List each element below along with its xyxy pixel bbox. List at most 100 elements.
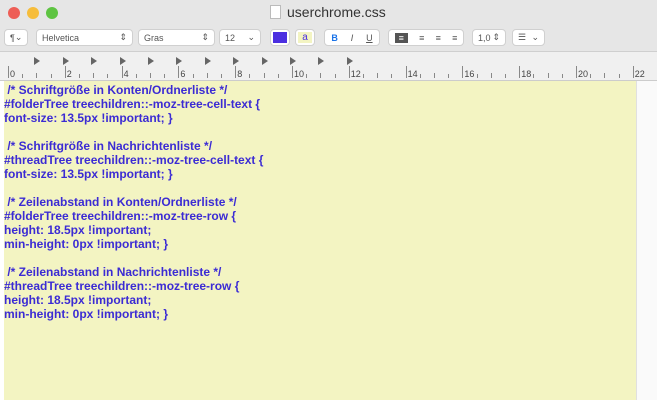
line-spacing-select[interactable]: 1,0 ⇕ xyxy=(472,29,506,46)
ruler-tick xyxy=(334,74,336,78)
list-style-menu[interactable]: ☰ ⌄ xyxy=(512,29,545,46)
ruler-tick xyxy=(277,74,279,78)
ruler-tick xyxy=(505,74,506,78)
text-style-group: B I U xyxy=(324,29,380,46)
tab-stop-marker[interactable] xyxy=(261,57,268,65)
ruler-label: 2 xyxy=(66,69,72,79)
tab-stop-marker[interactable] xyxy=(119,57,126,65)
zoom-button[interactable] xyxy=(46,7,58,19)
ruler-tick xyxy=(306,74,308,78)
code-line: min-height: 0px !important; } xyxy=(4,237,168,251)
stepper-icon: ⇕ xyxy=(201,32,209,42)
ruler-tick xyxy=(121,66,123,78)
document-icon xyxy=(270,5,281,19)
ruler-tick xyxy=(476,74,478,78)
ruler-tick xyxy=(107,74,109,78)
paragraph-style-menu[interactable]: ¶ ⌄ xyxy=(4,29,28,46)
ruler-tick xyxy=(632,66,634,78)
tab-stop-marker[interactable] xyxy=(233,57,240,65)
ruler-tick xyxy=(249,74,251,78)
ruler-tick xyxy=(519,66,521,78)
ruler-label: 20 xyxy=(578,69,589,79)
ruler-tick xyxy=(490,73,492,78)
ruler-label: 16 xyxy=(464,69,475,79)
code-line: /* Zeilenabstand in Nachrichtenliste */ xyxy=(4,265,222,279)
alignment-group: ≡ ≡ ≡ ≡ xyxy=(388,29,464,46)
ruler-tick xyxy=(221,74,222,78)
tab-stop-marker[interactable] xyxy=(91,57,98,65)
ruler-tick xyxy=(206,73,208,78)
ruler[interactable]: 0 2 4 6 8 10 12 14 16 18 20 22 xyxy=(0,52,657,81)
code-line: font-size: 13.5px !important; } xyxy=(4,111,173,125)
align-left-icon[interactable]: ≡ xyxy=(394,32,408,43)
ruler-tick xyxy=(36,73,38,78)
ruler-tick xyxy=(618,74,620,78)
italic-button[interactable]: I xyxy=(351,33,354,43)
code-line: /* Schriftgröße in Nachrichtenliste */ xyxy=(4,139,213,153)
tab-stop-marker[interactable] xyxy=(318,57,325,65)
ruler-tick xyxy=(391,74,393,78)
minimize-button[interactable] xyxy=(27,7,39,19)
ruler-label: 12 xyxy=(350,69,361,79)
ruler-tick xyxy=(79,74,80,78)
ruler-tick xyxy=(576,66,577,78)
text-editor[interactable]: /* Schriftgröße in Konten/Ordnerliste */… xyxy=(4,81,636,400)
ruler-tick xyxy=(93,73,95,78)
font-style-value: Gras xyxy=(144,32,164,43)
scrollbar[interactable] xyxy=(636,81,657,400)
underline-button[interactable]: U xyxy=(366,33,373,43)
ruler-tick xyxy=(434,73,435,78)
ruler-tick xyxy=(150,73,151,78)
tab-stop-marker[interactable] xyxy=(62,57,69,65)
code-line: #threadTree treechildren::-moz-tree-row … xyxy=(4,279,240,293)
font-family-value: Helvetica xyxy=(42,32,80,43)
ruler-tick xyxy=(561,74,563,78)
font-family-select[interactable]: Helvetica ⇕ xyxy=(36,29,133,46)
ruler-tick xyxy=(448,74,450,78)
code-line: #threadTree treechildren::-moz-tree-cell… xyxy=(4,153,264,167)
ruler-tick xyxy=(405,66,407,78)
ruler-tick xyxy=(348,66,350,78)
align-right-icon[interactable]: ≡ xyxy=(436,33,441,43)
tab-stop-marker[interactable] xyxy=(34,57,41,65)
ruler-tick xyxy=(462,66,464,78)
tab-stop-marker[interactable] xyxy=(176,57,183,65)
ruler-tick xyxy=(192,74,194,78)
ruler-tick xyxy=(590,74,592,78)
ruler-label: 14 xyxy=(407,69,418,79)
align-center-icon[interactable]: ≡ xyxy=(419,33,424,43)
ruler-tick xyxy=(292,66,293,78)
close-button[interactable] xyxy=(8,7,20,19)
ruler-label: 10 xyxy=(294,69,305,79)
window-title: userchrome.css xyxy=(270,4,386,20)
window-toolbar: userchrome.css ¶ ⌄ Helvetica ⇕ Gras ⇕ 12 ⌄ a… xyxy=(0,0,657,52)
code-line: #folderTree treechildren::-moz-tree-cell… xyxy=(4,97,261,111)
highlight-color-well[interactable]: a xyxy=(295,29,315,46)
code-line: #folderTree treechildren::-moz-tree-row … xyxy=(4,209,237,223)
ruler-label: 4 xyxy=(123,69,129,79)
tab-stop-marker[interactable] xyxy=(346,57,353,65)
ruler-tick xyxy=(263,73,265,78)
chevron-down-icon: ⌄ xyxy=(247,32,255,42)
tab-stop-marker[interactable] xyxy=(204,57,211,65)
ruler-tick xyxy=(64,66,66,78)
ruler-tick xyxy=(363,74,364,78)
ruler-tick xyxy=(135,74,137,78)
code-line: /* Schriftgröße in Konten/Ordnerliste */ xyxy=(4,83,228,97)
font-style-select[interactable]: Gras ⇕ xyxy=(138,29,215,46)
ruler-tick xyxy=(533,74,535,78)
tab-stop-marker[interactable] xyxy=(290,57,296,65)
font-size-value: 12 xyxy=(225,32,236,43)
font-size-combo[interactable]: 12 ⌄ xyxy=(219,29,261,46)
text-color-well[interactable] xyxy=(270,29,290,46)
ruler-label: 8 xyxy=(237,69,243,79)
ruler-tick xyxy=(377,73,379,78)
code-line: height: 18.5px !important; xyxy=(4,293,152,307)
tab-stop-marker[interactable] xyxy=(148,57,154,65)
chevron-down-icon: ⌄ xyxy=(531,32,539,42)
align-justify-icon[interactable]: ≡ xyxy=(452,33,457,43)
ruler-tick xyxy=(50,74,52,78)
highlight-label: a xyxy=(298,32,312,43)
bold-button[interactable]: B xyxy=(331,33,338,43)
